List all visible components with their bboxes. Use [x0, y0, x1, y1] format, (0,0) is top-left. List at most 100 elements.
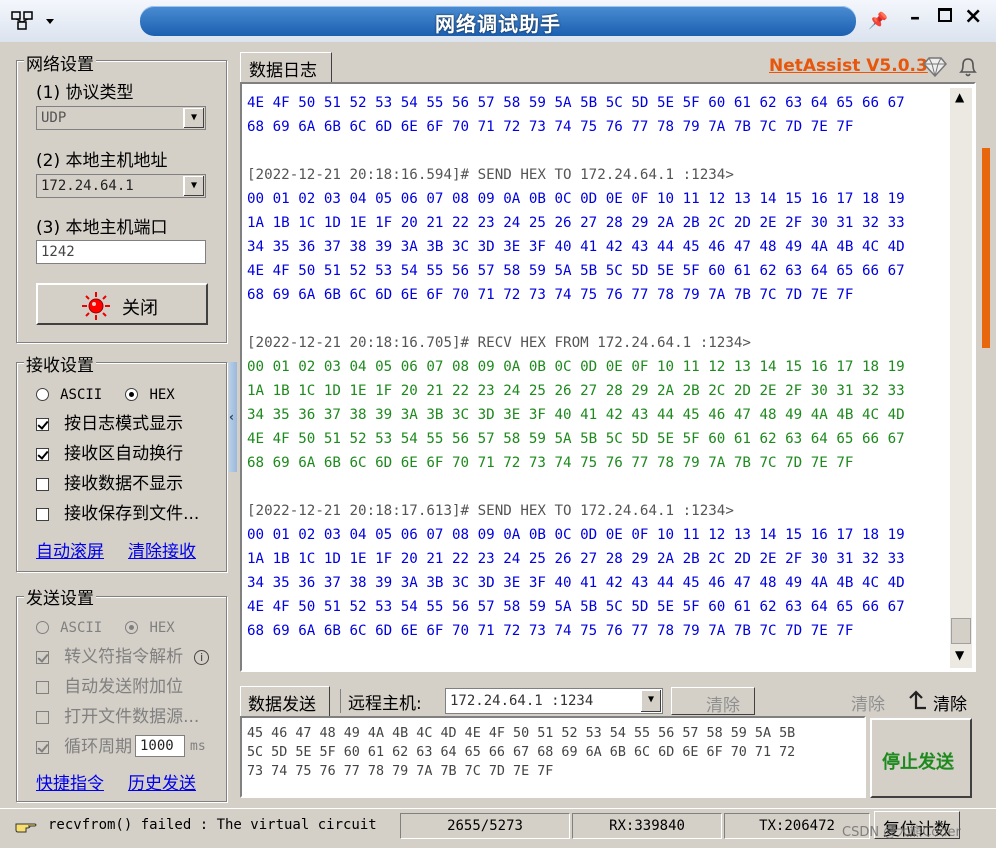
- log-line: 1A 1B 1C 1D 1E 1F 20 21 22 23 24 25 26 2…: [247, 215, 905, 231]
- auto-scroll-link[interactable]: 自动滚屏: [36, 537, 104, 562]
- auto-append-row[interactable]: 自动发送附加位: [36, 675, 183, 699]
- history-send-link[interactable]: 历史发送: [128, 769, 196, 794]
- stop-send-label: 停止发送: [882, 752, 954, 773]
- red-status-light-icon: [82, 292, 110, 320]
- host-label: (2) 本地主机地址: [36, 151, 168, 171]
- loop-period-checkbox[interactable]: [36, 741, 49, 754]
- save-to-file-checkbox[interactable]: [36, 508, 49, 521]
- port-label: (3) 本地主机端口: [36, 218, 168, 238]
- receive-ascii-radio[interactable]: [36, 388, 49, 401]
- send-ascii-label: ASCII: [60, 620, 103, 636]
- auto-append-checkbox[interactable]: [36, 681, 49, 694]
- host-value: 172.24.64.1: [41, 178, 134, 194]
- pin-icon[interactable]: 📌: [868, 11, 888, 30]
- log-header-line: [2022-12-21 20:18:17.613]# SEND HEX TO 1…: [247, 503, 734, 519]
- remote-host-select[interactable]: 172.24.64.1 :1234 ▼: [445, 688, 663, 714]
- stop-send-button[interactable]: 停止发送: [870, 718, 972, 798]
- close-window-icon[interactable]: ×: [964, 4, 982, 29]
- protocol-value: UDP: [41, 110, 67, 126]
- log-mode-checkbox[interactable]: [36, 418, 49, 431]
- info-icon[interactable]: i: [194, 650, 210, 665]
- hide-data-row[interactable]: 接收数据不显示: [36, 472, 183, 496]
- hide-data-label: 接收数据不显示: [64, 474, 184, 494]
- clear-arrow-icon[interactable]: [906, 690, 928, 712]
- log-line: 68 69 6A 6B 6C 6D 6E 6F 70 71 72 73 74 7…: [247, 623, 854, 639]
- clear-remote-button[interactable]: 清除: [671, 687, 755, 716]
- tab-data-log[interactable]: 数据日志: [240, 52, 332, 82]
- network-app-icon: [11, 11, 54, 30]
- clear-gray-label[interactable]: 清除: [851, 690, 885, 715]
- title-pill: 网络调试助手: [140, 6, 856, 36]
- save-to-file-label: 接收保存到文件...: [64, 504, 200, 524]
- auto-wrap-row[interactable]: 接收区自动换行: [36, 442, 183, 466]
- close-connection-button[interactable]: 关闭: [36, 283, 208, 325]
- log-mode-label: 按日志模式显示: [64, 414, 184, 434]
- close-button-label: 关闭: [122, 298, 158, 319]
- send-input-text[interactable]: 45 46 47 48 49 4A 4B 4C 4D 4E 4F 50 51 5…: [247, 724, 795, 781]
- window-title: 网络调试助手: [435, 12, 561, 36]
- receive-hex-radio[interactable]: [125, 388, 139, 401]
- loop-period-row[interactable]: 循环周期: [36, 735, 132, 759]
- send-ascii-radio[interactable]: [36, 621, 49, 634]
- log-line: 00 01 02 03 04 05 06 07 08 09 0A 0B 0C 0…: [247, 359, 905, 375]
- panel-splitter[interactable]: ‹: [229, 362, 237, 472]
- scroll-down-icon[interactable]: ▼: [955, 648, 964, 662]
- log-scroll-thumb[interactable]: [951, 618, 971, 644]
- escape-parse-row[interactable]: 转义符指令解析 i: [36, 645, 210, 669]
- version-link[interactable]: NetAssist V5.0.3: [769, 56, 928, 76]
- escape-parse-checkbox[interactable]: [36, 651, 49, 664]
- diamond-icon[interactable]: [922, 56, 948, 78]
- log-mode-row[interactable]: 按日志模式显示: [36, 412, 183, 436]
- title-bar: 网络调试助手 📌 – ×: [0, 0, 996, 42]
- send-settings-label: 发送设置: [24, 584, 96, 609]
- collapse-arrow-icon[interactable]: ‹: [229, 410, 234, 424]
- send-input-box[interactable]: 45 46 47 48 49 4A 4B 4C 4D 4E 4F 50 51 5…: [240, 716, 866, 798]
- log-text[interactable]: 4E 4F 50 51 52 53 54 55 56 57 58 59 5A 5…: [247, 91, 947, 667]
- scroll-up-icon[interactable]: ▲: [955, 90, 964, 104]
- clear-receive-link[interactable]: 清除接收: [128, 537, 196, 562]
- tab-data-send[interactable]: 数据发送: [240, 686, 330, 716]
- quick-command-link[interactable]: 快捷指令: [36, 769, 104, 794]
- chevron-down-icon[interactable]: ▼: [183, 176, 204, 196]
- open-file-label: 打开文件数据源...: [64, 707, 200, 727]
- log-line: 1A 1B 1C 1D 1E 1F 20 21 22 23 24 25 26 2…: [247, 383, 905, 399]
- log-header-line: [2022-12-21 20:18:16.594]# SEND HEX TO 1…: [247, 167, 734, 183]
- log-line: 4E 4F 50 51 52 53 54 55 56 57 58 59 5A 5…: [247, 599, 905, 615]
- auto-wrap-checkbox[interactable]: [36, 448, 49, 461]
- chevron-down-icon[interactable]: ▼: [640, 690, 661, 712]
- receive-hex-label: HEX: [149, 387, 175, 403]
- tab-data-send-label: 数据发送: [248, 695, 316, 715]
- log-line: 4E 4F 50 51 52 53 54 55 56 57 58 59 5A 5…: [247, 95, 905, 111]
- loop-unit: ms: [190, 739, 206, 754]
- protocol-label: (1) 协议类型: [36, 83, 134, 103]
- auto-wrap-label: 接收区自动换行: [64, 444, 184, 464]
- open-file-checkbox[interactable]: [36, 711, 49, 724]
- port-input[interactable]: 1242: [36, 240, 206, 264]
- log-line: 4E 4F 50 51 52 53 54 55 56 57 58 59 5A 5…: [247, 263, 905, 279]
- bell-icon[interactable]: [956, 55, 980, 79]
- open-file-row[interactable]: 打开文件数据源...: [36, 705, 199, 729]
- host-select[interactable]: 172.24.64.1 ▼: [36, 174, 206, 198]
- clear-send-label[interactable]: 清除: [933, 690, 967, 715]
- network-settings-label: 网络设置: [24, 50, 96, 75]
- clear-remote-label: 清除: [706, 696, 740, 716]
- receive-settings-label: 接收设置: [24, 351, 96, 376]
- log-scrollbar[interactable]: ▲ ▼: [950, 88, 972, 668]
- remote-host-label: 远程主机:: [348, 694, 422, 714]
- auto-append-label: 自动发送附加位: [64, 677, 184, 697]
- protocol-select[interactable]: UDP ▼: [36, 106, 206, 130]
- system-menu[interactable]: [10, 8, 90, 34]
- pointing-hand-icon: [15, 823, 37, 833]
- log-line: 00 01 02 03 04 05 06 07 08 09 0A 0B 0C 0…: [247, 191, 905, 207]
- maximize-icon[interactable]: [938, 8, 952, 22]
- hide-data-checkbox[interactable]: [36, 478, 49, 491]
- save-to-file-row[interactable]: 接收保存到文件...: [36, 502, 199, 526]
- log-line: 00 01 02 03 04 05 06 07 08 09 0A 0B 0C 0…: [247, 527, 905, 543]
- chevron-down-icon[interactable]: ▼: [183, 108, 204, 128]
- remote-host-value: 172.24.64.1 :1234: [450, 693, 594, 709]
- minimize-icon[interactable]: –: [910, 5, 920, 29]
- send-hex-radio[interactable]: [125, 621, 139, 634]
- loop-period-input[interactable]: 1000: [135, 735, 185, 757]
